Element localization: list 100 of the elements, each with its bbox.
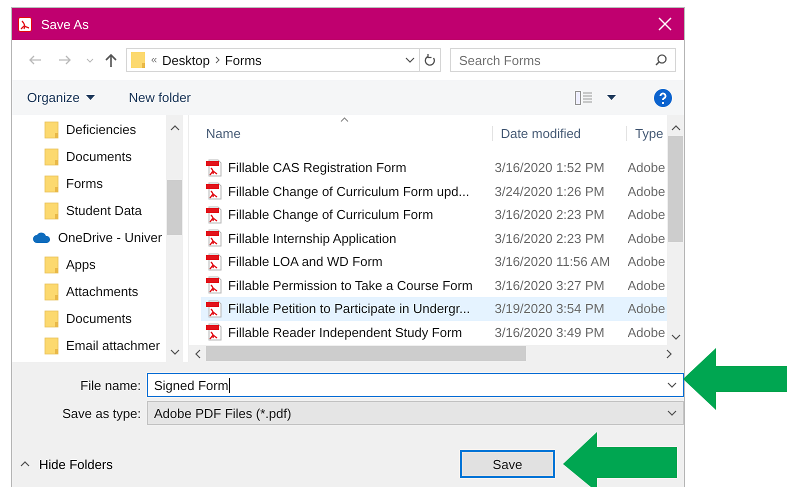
date-modified: 3/16/2020 1:52 PM: [494, 160, 604, 176]
chevron-up-icon: [20, 461, 30, 467]
pdf-app-icon: [18, 16, 32, 32]
date-modified: 3/16/2020 3:27 PM: [494, 278, 604, 293]
file-row[interactable]: Fillable Change of Curriculum Form 3/16/2020 2:23 PM Adobe: [201, 203, 667, 226]
file-name: Fillable Permission to Take a Course Form: [228, 278, 473, 293]
scroll-up-icon: [670, 124, 680, 130]
chevron-down-icon: [86, 58, 94, 62]
file-row[interactable]: Fillable Change of Curriculum Form upd... 3/24/2020 1:26 PM Adobe: [201, 180, 667, 203]
date-modified: 3/16/2020 3:49 PM: [494, 324, 604, 340]
arrow-left-icon: [28, 55, 42, 65]
sidebar-item[interactable]: Documents: [66, 311, 132, 326]
toolbar-button[interactable]: New folder: [128, 90, 191, 105]
file-row[interactable]: Fillable Permission to Take a Course Form 3/16/2020 3:27 PM Adobe: [201, 274, 667, 297]
window-title: Save As: [41, 16, 90, 32]
file-row[interactable]: Fillable LOA and WD Form 3/16/2020 11:56 AM Adobe: [201, 250, 667, 274]
arrow-right-icon: [58, 55, 72, 65]
file-name: Fillable Change of Curriculum Form: [228, 207, 434, 222]
scrollbar-thumb[interactable]: [167, 180, 182, 235]
sidebar-item[interactable]: Apps: [66, 257, 96, 272]
chevron-down-icon: [667, 410, 677, 416]
chevron-down-icon: [667, 382, 677, 388]
field-label: Save as type:: [61, 406, 142, 420]
file-name-field[interactable]: Signed Form: [147, 373, 684, 397]
scroll-down-icon: [170, 348, 180, 354]
date-modified: 3/16/2020 11:56 AM: [494, 254, 610, 270]
date-modified: 3/16/2020 2:23 PM: [494, 207, 604, 222]
folder-icon: [44, 120, 59, 138]
sidebar-item[interactable]: Student Data: [66, 203, 142, 218]
pdf-file-icon: [206, 206, 222, 224]
file-type: Adobe: [628, 160, 666, 176]
folder-icon: [44, 174, 59, 192]
scrollbar-thumb[interactable]: [668, 136, 683, 242]
pdf-file-icon: [206, 276, 222, 294]
file-type: Adobe: [628, 324, 666, 340]
help-icon[interactable]: [654, 88, 672, 106]
folder-icon: [44, 148, 59, 166]
search-icon: [655, 54, 667, 66]
view-dropdown-caret-icon: [607, 95, 616, 100]
search-field[interactable]: Search Forms: [450, 48, 676, 72]
scroll-down-icon: [670, 334, 680, 340]
sidebar-item[interactable]: Forms: [66, 176, 103, 191]
column-header[interactable]: Date modified: [492, 126, 628, 141]
hide-folders-button[interactable]: Hide Folders: [20, 456, 460, 472]
file-name: Fillable Petition to Participate in Undergr...: [228, 301, 470, 316]
file-row[interactable]: Fillable Internship Application 3/16/2020 2:23 PM Adobe: [201, 226, 667, 250]
file-name: Fillable Reader Independent Study Form: [228, 324, 462, 340]
file-type: Adobe: [628, 230, 666, 246]
sidebar-item[interactable]: OneDrive - Univer: [58, 230, 162, 245]
folder-icon: [44, 202, 59, 220]
breadcrumb[interactable]: Desktop: [157, 52, 215, 68]
file-name: Fillable Internship Application: [228, 230, 396, 246]
file-type: Adobe: [628, 301, 666, 316]
file-name: Fillable Change of Curriculum Form upd...: [228, 184, 470, 199]
overflow-chevrons[interactable]: «: [151, 54, 158, 66]
file-name: Fillable CAS Registration Form: [228, 160, 406, 176]
scroll-up-icon: [170, 124, 180, 130]
file-name: Fillable LOA and WD Form: [228, 254, 383, 270]
scrollbar-thumb[interactable]: [206, 346, 526, 361]
scrollbar[interactable]: [189, 345, 684, 362]
file-type-dropdown[interactable]: Adobe PDF Files (*.pdf): [147, 401, 684, 425]
file-row[interactable]: Fillable Reader Independent Study Form 3/16/2020 3:49 PM Adobe: [201, 320, 667, 344]
column-header[interactable]: Type: [627, 126, 667, 141]
view-options-icon[interactable]: [575, 90, 593, 104]
save-button[interactable]: Save: [460, 450, 555, 478]
date-modified: 3/24/2020 1:26 PM: [494, 184, 604, 199]
pdf-file-icon: [206, 300, 222, 318]
column-header[interactable]: Name: [189, 126, 493, 141]
folder-icon: [131, 52, 145, 68]
close-icon: [658, 17, 672, 31]
file-type: Adobe: [628, 207, 666, 222]
pdf-file-icon: [206, 182, 222, 200]
chevron-down-icon: [405, 57, 415, 63]
sidebar-item[interactable]: Documents: [66, 149, 132, 164]
scroll-left-icon: [194, 348, 200, 358]
pdf-file-icon: [206, 323, 222, 342]
date-modified: 3/19/2020 3:54 PM: [494, 301, 604, 316]
scroll-right-icon: [666, 348, 672, 358]
file-type: Adobe: [628, 254, 666, 270]
breadcrumb[interactable]: Forms: [220, 52, 267, 68]
field-label: File name:: [79, 378, 142, 392]
file-type: Adobe: [628, 184, 666, 199]
toolbar-button[interactable]: Organize: [27, 90, 95, 105]
pdf-file-icon: [206, 229, 222, 248]
pdf-file-icon: [206, 252, 222, 271]
folder-icon: [44, 256, 59, 274]
arrow-up-icon: [105, 53, 117, 67]
folder-icon: [44, 336, 59, 354]
scrollbar[interactable]: [667, 115, 684, 345]
cloud-icon: [33, 232, 51, 243]
scrollbar[interactable]: [166, 115, 183, 362]
file-row[interactable]: Fillable Petition to Participate in Undergr... 3/19/2020 3:54 PM Adobe: [201, 297, 667, 320]
folder-icon: [44, 282, 59, 300]
sidebar-item[interactable]: Email attachmer: [66, 338, 160, 353]
folder-icon: [44, 310, 59, 328]
sidebar-item[interactable]: Deficiencies: [66, 122, 136, 137]
pdf-file-icon: [206, 158, 222, 177]
file-row[interactable]: Fillable CAS Registration Form 3/16/2020 1:52 PM Adobe: [201, 156, 667, 180]
sidebar-item[interactable]: Attachments: [66, 284, 138, 299]
file-type: Adobe: [628, 278, 666, 293]
